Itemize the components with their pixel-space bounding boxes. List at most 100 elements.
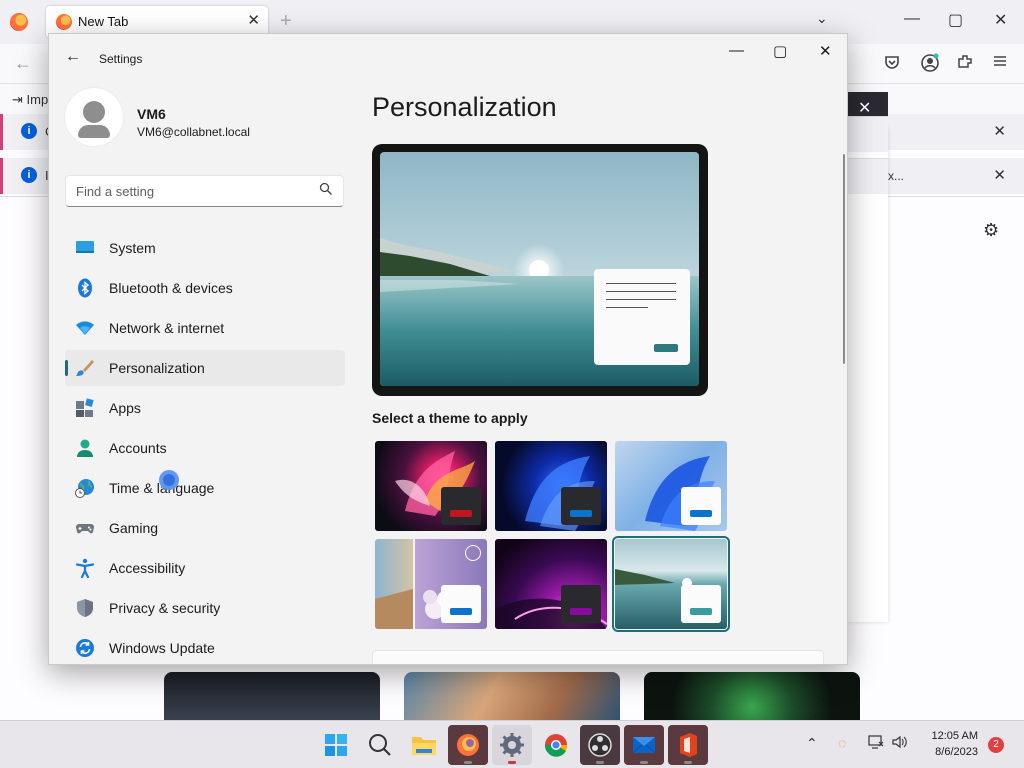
preview-line [606,283,676,284]
obs-icon [588,733,612,757]
sidebar-item-label: System [109,240,156,256]
browser-close-button[interactable]: ✕ [994,10,1007,30]
browser-minimize-button[interactable]: — [904,10,920,28]
top-site-tile[interactable] [164,672,380,722]
search-input[interactable] [76,182,306,200]
panel-strip [848,116,888,152]
settings-taskbar-button[interactable] [492,725,532,765]
hamburger-menu-icon[interactable] [990,53,1010,73]
notification-close-button[interactable]: ✕ [993,166,1006,184]
tray-app-icon[interactable]: ◌ [838,735,846,751]
show-hidden-icons-button[interactable]: ⌃ [806,735,818,752]
tab-close-button[interactable]: ✕ [247,11,260,29]
theme-windows-light[interactable] [615,441,727,531]
sidebar-item-personalization[interactable]: Personalization [65,350,345,386]
clock-time[interactable]: 12:05 AM [924,730,978,742]
globe-clock-icon [75,479,94,498]
settings-icon [500,733,524,757]
file-explorer-icon [412,737,436,755]
scrollbar[interactable] [843,154,845,364]
notification-close-button[interactable]: ✕ [993,122,1006,140]
search-icon [319,182,332,195]
theme-glow[interactable] [375,441,487,531]
theme-section-label: Select a theme to apply [372,410,528,426]
sidebar-item-label: Bluetooth & devices [109,280,233,296]
avatar[interactable] [65,88,123,146]
sidebar-item-gaming[interactable]: Gaming [65,510,345,546]
start-button[interactable] [316,725,356,765]
list-tabs-button[interactable]: ⌄ [816,10,828,27]
top-site-tile[interactable] [644,672,860,722]
preview-line [606,307,648,308]
firefox-tab-icon [56,14,72,30]
shield-icon [77,599,93,617]
sidebar-item-label: Network & internet [109,320,225,336]
bluetooth-icon [78,278,92,298]
mail-icon [632,737,656,754]
theme-swatch [561,585,601,623]
new-tab-button[interactable]: + [280,10,292,33]
sidebar-item-accounts[interactable]: Accounts [65,430,345,466]
theme-windows-dark[interactable] [495,441,607,531]
account-icon[interactable] [920,53,940,73]
sidebar-item-bluetooth[interactable]: Bluetooth & devices [65,270,345,306]
taskbar-search-button[interactable] [360,725,400,765]
sidebar-item-accessibility[interactable]: Accessibility [65,550,345,586]
settings-back-button[interactable]: ← [65,48,81,66]
gear-icon[interactable]: ⚙ [983,220,999,241]
sidebar-item-network[interactable]: Network & internet [65,310,345,346]
gamepad-icon [76,524,94,534]
theme-flow[interactable] [612,536,730,632]
import-bookmarks-link[interactable]: ⇥ Imp [12,92,48,108]
top-site-tile[interactable] [404,672,620,722]
loading-cursor [159,470,179,490]
user-email: VM6@collabnet.local [137,125,250,139]
sidebar-item-privacy[interactable]: Privacy & security [65,590,345,626]
sidebar-item-time-language[interactable]: Time & language [65,470,345,506]
theme-swatch [681,585,721,623]
sidebar-item-label: Apps [109,400,141,416]
office-taskbar-button[interactable] [668,725,708,765]
network-status-icon[interactable] [868,735,884,752]
mail-taskbar-button[interactable] [624,725,664,765]
preview-window [594,269,690,365]
file-explorer-button[interactable] [404,725,444,765]
obs-taskbar-button[interactable] [580,725,620,765]
settings-minimize-button[interactable]: — [729,42,744,59]
sidebar-item-apps[interactable]: Apps [65,390,345,426]
extensions-icon[interactable] [955,53,975,73]
sidebar-item-windows-update[interactable]: Windows Update [65,630,345,664]
browser-restore-button[interactable]: ▢ [948,10,963,30]
sidebar-item-system[interactable]: System [65,230,345,266]
active-indicator [65,360,68,376]
avatar-head [83,101,105,123]
pocket-icon[interactable] [882,53,902,73]
sidebar-item-label: Gaming [109,520,159,536]
chrome-taskbar-button[interactable] [536,725,576,765]
search-icon [369,734,391,756]
tab-title: New Tab [78,14,129,29]
theme-swatch [441,487,481,525]
browser-back-button[interactable]: ← [14,53,32,74]
search-box[interactable] [65,175,344,207]
notification-badge[interactable]: 2 [988,737,1004,753]
theme-swatch [561,487,601,525]
theme-preview [372,144,708,396]
accent-bar [690,510,712,517]
volume-icon[interactable] [892,735,908,752]
settings-maximize-button[interactable]: ▢ [773,42,787,60]
theme-captured-motion[interactable] [495,539,607,629]
theme-spotlight[interactable] [375,539,487,629]
settings-close-button[interactable]: ✕ [819,42,832,60]
settings-card[interactable] [372,650,824,664]
info-icon: i [21,167,37,183]
panel-close-button[interactable]: ✕ [858,98,871,118]
user-name: VM6 [137,106,166,122]
system-icon [76,241,94,253]
firefox-taskbar-button[interactable] [448,725,488,765]
settings-window: ← Settings — ▢ ✕ VM6 VM6@collabnet.local… [48,33,848,665]
spotlight-icon [465,545,481,561]
sidebar-item-label: Personalization [109,360,205,376]
accounts-icon [77,439,93,457]
clock-date[interactable]: 8/6/2023 [924,746,978,758]
